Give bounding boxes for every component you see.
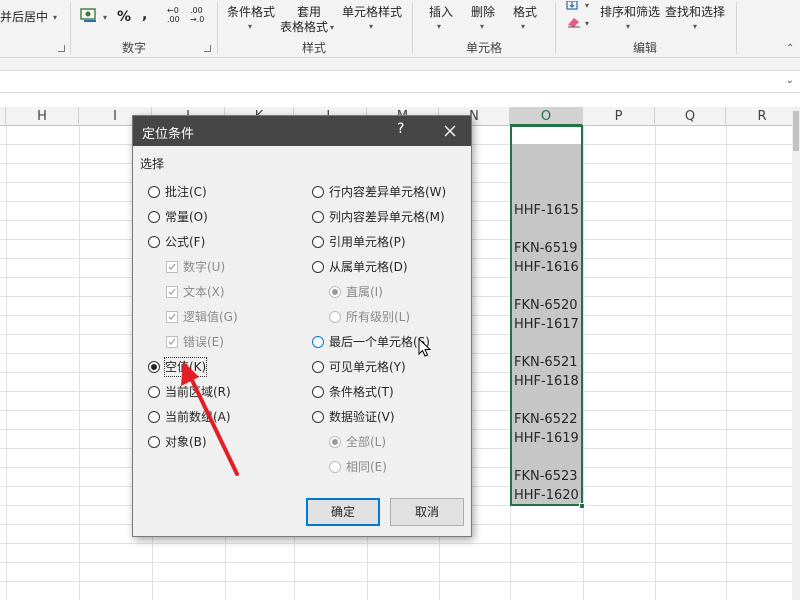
number-launcher-icon[interactable] xyxy=(204,45,211,52)
column-header-h[interactable]: H xyxy=(6,107,79,126)
radio-icon xyxy=(148,436,160,448)
scrollbar-thumb[interactable] xyxy=(793,111,799,151)
radio-selected-icon xyxy=(148,361,160,373)
help-icon[interactable]: ? xyxy=(397,121,404,137)
checkbox-checked-icon xyxy=(166,261,178,273)
grid-column-line xyxy=(6,126,7,600)
fill-icon[interactable] xyxy=(566,0,580,14)
select-group-label: 选择 xyxy=(140,157,165,171)
mouse-cursor-icon xyxy=(418,337,432,361)
column-header-r[interactable]: R xyxy=(726,107,799,126)
percent-style-button[interactable]: % xyxy=(117,10,131,24)
sort-filter-button[interactable]: 排序和筛选 xyxy=(600,5,660,19)
format-dropdown-icon[interactable]: ▾ xyxy=(521,23,525,31)
find-select-button[interactable]: 查找和选择 xyxy=(665,5,725,19)
radio-icon xyxy=(148,411,160,423)
column-header-p[interactable]: P xyxy=(583,107,655,126)
dialog-title-bar[interactable]: 定位条件 ? xyxy=(133,116,471,146)
radio-icon xyxy=(312,336,324,348)
radio-icon xyxy=(312,261,324,273)
insert-cells-button[interactable]: 插入 xyxy=(429,5,453,19)
ribbon: 合并后居中 ▾ ▾ % , ←0.00 .00→.0 数字 条件格式 ▾ 套用 … xyxy=(0,0,800,58)
ribbon-separator xyxy=(412,2,413,54)
radio-icon xyxy=(312,186,324,198)
radio-icon xyxy=(148,211,160,223)
cells-group-label: 单元格 xyxy=(466,41,503,55)
increase-decimal-button[interactable]: ←0.00 xyxy=(167,6,180,24)
number-group-label: 数字 xyxy=(122,41,147,55)
ribbon-separator xyxy=(736,2,737,54)
close-icon[interactable] xyxy=(437,118,463,144)
selection-range-border xyxy=(510,125,583,506)
styles-group-label: 样式 xyxy=(302,41,327,55)
radio-icon xyxy=(312,386,324,398)
cell-style-dropdown-icon[interactable]: ▾ xyxy=(369,23,373,31)
column-header-q[interactable]: Q xyxy=(655,107,726,126)
radio-icon xyxy=(329,311,341,323)
delete-cells-button[interactable]: 删除 xyxy=(471,5,495,19)
clear-dropdown-icon[interactable]: ▾ xyxy=(585,20,589,28)
grid-column-line xyxy=(79,126,80,600)
find-select-dropdown-icon[interactable]: ▾ xyxy=(693,23,697,31)
comma-style-button[interactable]: , xyxy=(142,8,147,22)
insert-dropdown-icon[interactable]: ▾ xyxy=(437,23,441,31)
eraser-icon[interactable] xyxy=(566,16,582,31)
vertical-scrollbar[interactable] xyxy=(792,107,800,600)
ribbon-bottom-strip xyxy=(0,58,800,70)
grid-row-line xyxy=(0,562,792,563)
ribbon-separator xyxy=(217,2,218,54)
grid-column-line xyxy=(655,126,656,600)
grid-row-line xyxy=(0,581,792,582)
grid-row-line xyxy=(0,543,792,544)
radio-icon xyxy=(312,236,324,248)
cell-style-button[interactable]: 单元格样式 xyxy=(342,5,402,19)
radio-icon xyxy=(148,386,160,398)
ribbon-separator xyxy=(70,2,71,54)
radio-icon xyxy=(312,211,324,223)
merge-center-button[interactable]: 合并后居中 xyxy=(0,10,48,24)
alignment-launcher-icon[interactable] xyxy=(58,45,65,52)
table-format-button[interactable]: 表格格式 xyxy=(280,20,328,34)
radio-icon xyxy=(148,236,160,248)
go-to-special-dialog: 定位条件 ? 选择 批注(C) 常量(O) 公式(F) 数字(U) 文本(X) … xyxy=(132,115,472,537)
format-cells-button[interactable]: 格式 xyxy=(513,5,537,19)
cancel-button[interactable]: 取消 xyxy=(390,498,464,526)
table-format-line1[interactable]: 套用 xyxy=(297,5,321,19)
radio-icon xyxy=(148,186,160,198)
accounting-dropdown-icon[interactable]: ▾ xyxy=(103,14,107,22)
table-format-dropdown-icon[interactable]: ▾ xyxy=(330,24,334,32)
checkbox-checked-icon xyxy=(166,336,178,348)
radio-selected-icon xyxy=(329,286,341,298)
radio-selected-icon xyxy=(329,436,341,448)
collapse-ribbon-icon[interactable]: ⌃ xyxy=(786,44,794,54)
accounting-format-icon[interactable] xyxy=(80,7,100,26)
delete-dropdown-icon[interactable]: ▾ xyxy=(480,23,484,31)
ribbon-separator xyxy=(555,2,556,54)
expand-formula-bar-icon[interactable]: ⌄ xyxy=(786,75,794,86)
checkbox-checked-icon xyxy=(166,311,178,323)
checkbox-checked-icon xyxy=(166,286,178,298)
column-header-o[interactable]: O xyxy=(510,107,583,126)
conditional-format-dropdown-icon[interactable]: ▾ xyxy=(248,23,252,31)
radio-icon xyxy=(312,361,324,373)
conditional-format-button[interactable]: 条件格式 xyxy=(227,5,275,19)
editing-group-label: 编辑 xyxy=(633,41,658,55)
decrease-decimal-button[interactable]: .00 →.0 xyxy=(190,6,204,24)
radio-icon xyxy=(329,461,341,473)
radio-icon xyxy=(312,411,324,423)
fill-handle[interactable] xyxy=(579,503,585,509)
dialog-title: 定位条件 xyxy=(142,127,195,142)
grid-column-line xyxy=(726,126,727,600)
fill-dropdown-icon[interactable]: ▾ xyxy=(585,2,589,10)
ok-button[interactable]: 确定 xyxy=(306,498,380,526)
sort-filter-dropdown-icon[interactable]: ▾ xyxy=(626,23,630,31)
merge-center-dropdown-icon[interactable]: ▾ xyxy=(53,14,57,22)
grid-column-line xyxy=(583,126,584,600)
formula-bar[interactable]: ⌄ xyxy=(0,70,800,93)
